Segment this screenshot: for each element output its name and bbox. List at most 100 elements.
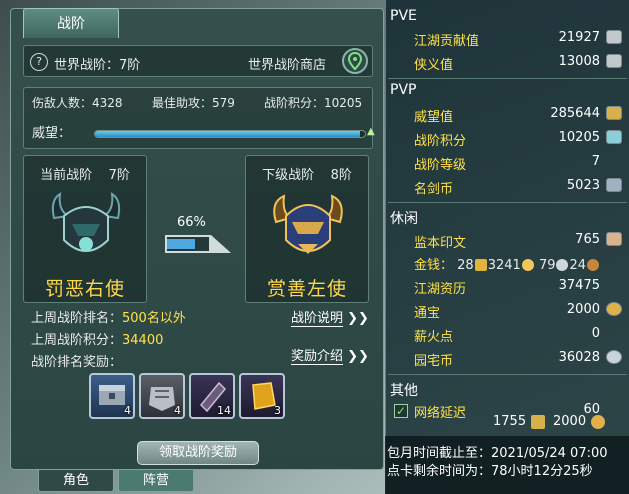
last-week-rank-label: 上周战阶排名： <box>31 311 123 326</box>
section-pvp-title: PVP <box>390 82 417 98</box>
leisure-label: 监本印文 <box>414 236 467 251</box>
map-pin-icon[interactable] <box>342 48 368 74</box>
money-copper: 24 <box>569 258 587 273</box>
pve-row: 江湖贡献值 21927 <box>386 30 629 53</box>
money-label: 金钱： <box>414 258 454 273</box>
next-rank-caption-text: 下级战阶 <box>262 168 315 183</box>
leisure-label: 园宅币 <box>414 354 454 369</box>
last-week-rank-value: 500名以外 <box>122 311 186 326</box>
claim-reward-button[interactable]: 领取战阶奖励 <box>137 441 259 465</box>
rank-info-link-text: 战阶说明 <box>291 311 344 327</box>
pvp-row: 战阶等级 7 <box>386 154 629 177</box>
leisure-value: 37475 <box>558 278 600 293</box>
pve-value: 21927 <box>558 30 600 45</box>
pve-value: 13008 <box>558 54 600 69</box>
divider <box>388 374 627 375</box>
current-rank-caption: 当前战阶 7阶 <box>24 164 146 183</box>
copper-coin-icon <box>587 259 600 271</box>
leisure-value: 0 <box>591 326 600 341</box>
prestige-fill <box>95 131 360 137</box>
chivalry-icon <box>606 54 622 68</box>
leisure-label: 通宝 <box>414 306 441 321</box>
coin-icon <box>591 415 605 429</box>
seal-icon <box>606 232 622 246</box>
world-shop-label[interactable]: 世界战阶商店 <box>248 54 326 73</box>
gold-brick-icon <box>474 259 487 271</box>
monthly-time: 包月时间截止至：2021/05/24 07:00 <box>387 446 608 461</box>
leisure-row: 江湖资历 37475 <box>386 278 629 301</box>
last-week-points-line: 上周战阶积分：34400 <box>31 329 163 348</box>
section-other-title: 其他 <box>390 383 418 399</box>
contribution-icon <box>606 30 622 44</box>
pvp-row: 名剑币 5023 <box>386 178 629 201</box>
pve-label: 江湖贡献值 <box>414 34 480 49</box>
pve-row: 侠义值 13008 <box>386 54 629 77</box>
tab-rank[interactable]: 战阶 <box>23 8 119 38</box>
prestige-label: 威望： <box>32 126 72 141</box>
divider <box>388 78 627 79</box>
gold-coin-icon <box>521 259 534 271</box>
next-rank-level: 8阶 <box>330 168 352 183</box>
prestige-bar <box>94 130 366 138</box>
section-pve-title: PVE <box>390 8 417 24</box>
reward-info-link[interactable]: 奖励介绍 ❯❯ <box>291 345 369 365</box>
current-rank-level: 7阶 <box>108 168 130 183</box>
money-row: 金钱： 28 3241 79 24 <box>414 254 600 273</box>
boot-icon <box>531 415 545 429</box>
reward-item-armor[interactable]: 4 <box>139 373 185 419</box>
leisure-label: 薪火点 <box>414 330 454 345</box>
pvp-value: 5023 <box>566 178 600 193</box>
next-rank-card: 下级战阶 8阶 赏善左使 <box>245 155 369 303</box>
tab-camp[interactable]: 阵营 <box>118 470 194 492</box>
money-gold: 3241 <box>487 258 521 273</box>
coin-icon <box>606 302 622 316</box>
reward-item-gold[interactable]: 3 <box>239 373 285 419</box>
pvp-label: 威望值 <box>414 110 454 125</box>
rank-progress-text: 66% <box>177 215 206 230</box>
leisure-value: 36028 <box>558 350 600 365</box>
reward-info-link-text: 奖励介绍 <box>291 349 344 365</box>
reward-item-count: 3 <box>274 404 281 417</box>
section-leisure-title: 休闲 <box>390 211 418 227</box>
next-rank-caption: 下级战阶 8阶 <box>246 164 368 183</box>
leisure-value: 2000 <box>566 302 600 317</box>
pve-label: 侠义值 <box>414 58 454 73</box>
rank-info-link[interactable]: 战阶说明 ❯❯ <box>291 307 369 327</box>
assists-stat: 最佳助攻：579 <box>152 96 235 110</box>
last-week-points-label: 上周战阶积分： <box>31 333 123 348</box>
divider <box>388 202 627 203</box>
money-silver: 79 <box>538 258 556 273</box>
golden-helmet-icon <box>268 188 348 272</box>
last-week-points-value: 34400 <box>122 333 164 348</box>
current-rank-title: 罚恶右使 <box>44 278 125 300</box>
rank-reward-label: 战阶排名奖励： <box>31 355 123 370</box>
pvp-row: 战阶积分 10205 <box>386 130 629 153</box>
leisure-row: 监本印文 765 <box>386 232 629 255</box>
reward-item-count: 4 <box>174 404 181 417</box>
leisure-value: 765 <box>575 232 600 247</box>
reward-item-treasure[interactable]: 4 <box>89 373 135 419</box>
leisure-row: 薪火点 0 <box>386 326 629 349</box>
other-label: 网络延迟 <box>414 406 467 421</box>
reward-item-count: 4 <box>124 404 131 417</box>
current-rank-card: 当前战阶 7阶 罚恶右使 <box>23 155 147 303</box>
point-card-time: 点卡剩余时间为：78小时12分25秒 <box>387 464 593 479</box>
tab-character[interactable]: 角色 <box>38 470 114 492</box>
pvp-label: 战阶等级 <box>414 158 467 173</box>
current-rank-caption-text: 当前战阶 <box>40 168 93 183</box>
footer-value-b: 2000 <box>553 414 587 429</box>
reward-item-count: 14 <box>217 404 231 417</box>
leisure-label: 江湖资历 <box>414 282 467 297</box>
chevron-right-icon: ❯❯ <box>347 349 369 364</box>
pvp-value: 285644 <box>550 106 600 121</box>
money-brick: 28 <box>457 258 474 273</box>
next-rank-title: 赏善左使 <box>266 278 347 300</box>
help-icon[interactable]: ? <box>30 53 48 71</box>
stats-box: 伤敌人数：4328 最佳助攻：579 战阶积分：10205 威望： ▲ <box>23 87 375 149</box>
chevron-right-icon: ❯❯ <box>347 311 369 326</box>
leisure-row: 园宅币 36028 <box>386 350 629 373</box>
silver-coin-icon <box>556 259 569 271</box>
prestige-marker-icon: ▲ <box>367 126 375 137</box>
reward-item-scroll[interactable]: 14 <box>189 373 235 419</box>
world-rank-row: ? 世界战阶：7阶 世界战阶商店 <box>23 45 373 77</box>
